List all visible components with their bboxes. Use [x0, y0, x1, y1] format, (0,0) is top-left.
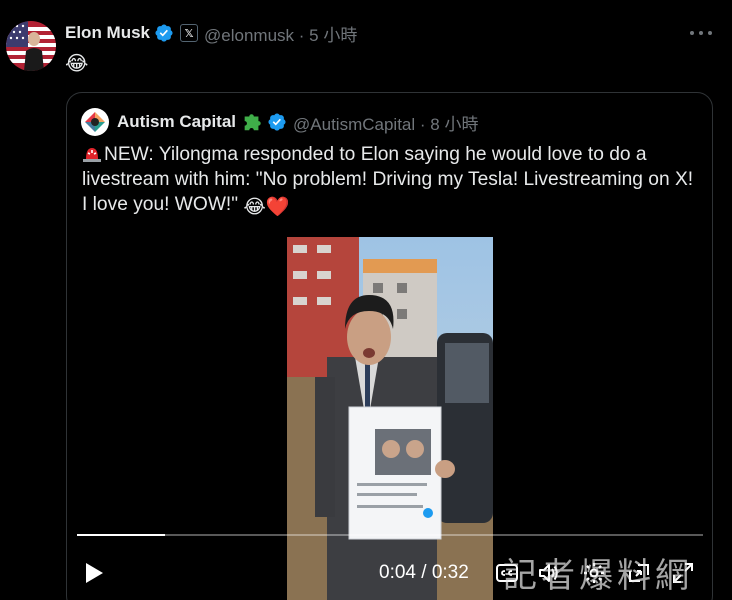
video-controls: 0:04 / 0:32 [67, 553, 712, 593]
video-time-current: 0:04 [379, 562, 416, 583]
quote-tweet[interactable]: Autism Capital @AutismCapital · 8 小時 NEW… [66, 92, 713, 600]
quote-text-main: NEW: Yilongma responded to Elon saying h… [82, 144, 694, 215]
tweet: Elon Musk 𝕏 @elonmusk · 5 小時 😂 Autism Ca… [0, 0, 732, 600]
more-icon[interactable] [690, 24, 712, 42]
fullscreen-icon[interactable] [671, 561, 695, 585]
video-frame[interactable] [287, 237, 493, 600]
video-progress-bar[interactable] [77, 534, 703, 536]
quote-author-handle-time[interactable]: @AutismCapital · 8 小時 [293, 110, 478, 135]
tweet-header: Elon Musk 𝕏 @elonmusk · 5 小時 [65, 21, 357, 46]
quote-text: NEW: Yilongma responded to Elon saying h… [82, 142, 702, 220]
verified-icon [155, 24, 173, 42]
quote-avatar[interactable] [81, 108, 109, 136]
x-badge-icon: 𝕏 [180, 24, 199, 42]
siren-icon [83, 148, 101, 162]
video-time-separator: / [415, 562, 432, 583]
quote-text-emoji: 😂❤️ [243, 197, 290, 218]
author-handle-time[interactable]: @elonmusk · 5 小時 [204, 21, 357, 46]
video-time: 0:04 / 0:32 [379, 562, 469, 584]
captions-icon[interactable] [495, 561, 519, 585]
volume-icon[interactable] [537, 561, 561, 585]
pip-icon[interactable] [627, 561, 651, 585]
puzzle-icon [244, 114, 261, 131]
video-time-total: 0:32 [431, 562, 469, 583]
avatar[interactable] [6, 21, 56, 71]
play-icon[interactable] [83, 561, 105, 585]
verified-icon [268, 113, 286, 131]
settings-icon[interactable] [582, 561, 606, 585]
author-name[interactable]: Elon Musk [65, 23, 150, 43]
tweet-text: 😂 [65, 53, 89, 75]
video-progress-fill [77, 534, 165, 536]
quote-author-name[interactable]: Autism Capital [117, 112, 236, 132]
quote-header: Autism Capital @AutismCapital · 8 小時 [117, 110, 478, 134]
